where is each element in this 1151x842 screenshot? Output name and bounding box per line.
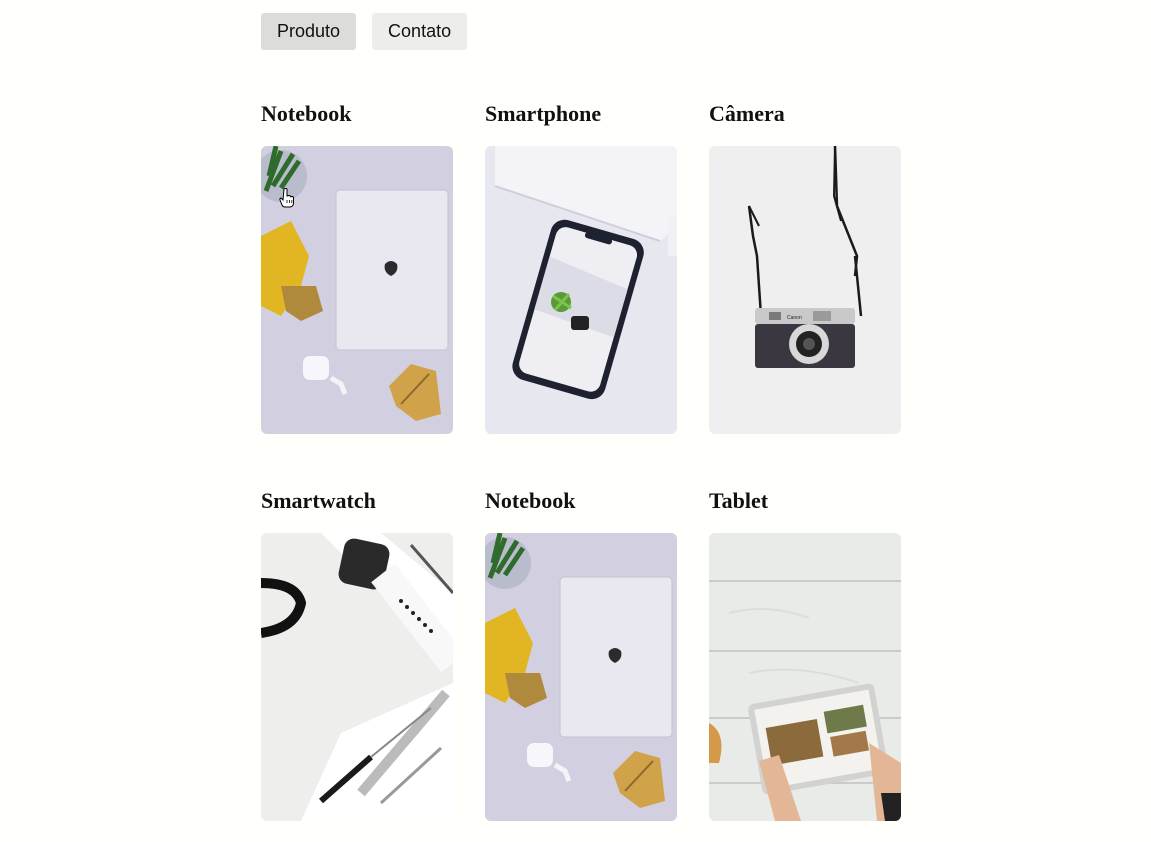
smartwatch-image[interactable] [261, 533, 453, 821]
nav-contato-button[interactable]: Contato [372, 13, 468, 50]
product-card: Smartphone [485, 101, 677, 127]
smartphone-image[interactable] [485, 146, 677, 434]
product-title: Tablet [709, 488, 769, 513]
camera-brand: Canon [787, 315, 802, 321]
product-title: Câmera [709, 101, 785, 126]
product-title: Smartphone [485, 101, 602, 126]
product-title: Smartwatch [261, 488, 376, 513]
product-title: Notebook [485, 488, 576, 513]
product-card: Notebook [261, 101, 453, 127]
tablet-image[interactable] [709, 533, 901, 821]
product-title: Notebook [261, 101, 352, 126]
product-card: Tablet [709, 488, 901, 514]
top-nav: Produto Contato [261, 13, 468, 50]
nav-produto-button[interactable]: Produto [261, 13, 357, 50]
product-card: Câmera Canon [709, 101, 901, 127]
pointer-hand-icon [279, 188, 294, 208]
camera-image[interactable]: Canon [709, 146, 901, 434]
product-card: Notebook [485, 488, 677, 514]
notebook-image[interactable] [485, 533, 677, 821]
product-card: Smartwatch [261, 488, 453, 514]
